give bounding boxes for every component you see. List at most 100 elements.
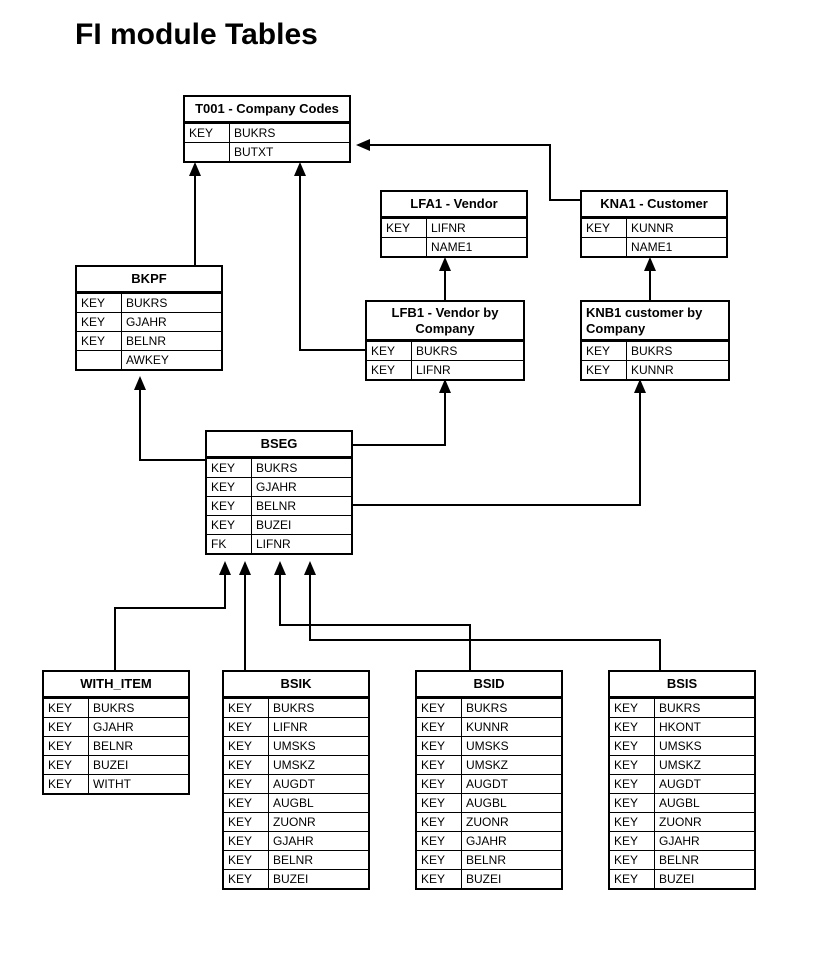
key-cell: KEY	[44, 699, 89, 717]
field-cell: UMSKS	[655, 737, 754, 755]
entity-bsik: BSIK KEYBUKRS KEYLIFNR KEYUMSKS KEYUMSKZ…	[222, 670, 370, 890]
field-cell: GJAHR	[122, 313, 221, 331]
field-cell: UMSKZ	[269, 756, 368, 774]
key-cell: KEY	[582, 342, 627, 360]
field-cell: BELNR	[462, 851, 561, 869]
key-cell: KEY	[582, 219, 627, 237]
key-cell	[582, 238, 627, 256]
key-cell: KEY	[224, 870, 269, 888]
key-cell: KEY	[610, 851, 655, 869]
field-cell: GJAHR	[252, 478, 351, 496]
field-cell: LIFNR	[252, 535, 351, 553]
entity-header: BSID	[417, 672, 561, 698]
key-cell: KEY	[417, 737, 462, 755]
key-cell: KEY	[207, 497, 252, 515]
field-cell: ZUONR	[269, 813, 368, 831]
field-cell: UMSKZ	[462, 756, 561, 774]
key-cell: KEY	[610, 737, 655, 755]
key-cell: KEY	[610, 718, 655, 736]
key-cell: KEY	[77, 294, 122, 312]
field-cell: BUKRS	[412, 342, 523, 360]
field-cell: AWKEY	[122, 351, 221, 369]
field-cell: BUKRS	[462, 699, 561, 717]
key-cell: FK	[207, 535, 252, 553]
key-cell: KEY	[610, 832, 655, 850]
entity-kna1: KNA1 - Customer KEYKUNNR NAME1	[580, 190, 728, 258]
field-cell: BELNR	[655, 851, 754, 869]
entity-bseg: BSEG KEYBUKRS KEYGJAHR KEYBELNR KEYBUZEI…	[205, 430, 353, 555]
key-cell: KEY	[44, 737, 89, 755]
key-cell: KEY	[77, 332, 122, 350]
field-cell: KUNNR	[627, 219, 726, 237]
key-cell: KEY	[44, 756, 89, 774]
field-cell: BUKRS	[89, 699, 188, 717]
field-cell: GJAHR	[89, 718, 188, 736]
field-cell: BUZEI	[89, 756, 188, 774]
key-cell: KEY	[417, 870, 462, 888]
key-cell: KEY	[207, 478, 252, 496]
field-cell: BUTXT	[230, 143, 349, 161]
field-cell: WITHT	[89, 775, 188, 793]
field-cell: AUGBL	[269, 794, 368, 812]
key-cell: KEY	[224, 718, 269, 736]
entity-bsis: BSIS KEYBUKRS KEYHKONT KEYUMSKS KEYUMSKZ…	[608, 670, 756, 890]
field-cell: KUNNR	[627, 361, 728, 379]
entity-t001: T001 - Company Codes KEYBUKRS BUTXT	[183, 95, 351, 163]
key-cell: KEY	[207, 516, 252, 534]
field-cell: GJAHR	[462, 832, 561, 850]
key-cell: KEY	[224, 813, 269, 831]
entity-lfa1: LFA1 - Vendor KEYLIFNR NAME1	[380, 190, 528, 258]
key-cell	[77, 351, 122, 369]
key-cell: KEY	[367, 361, 412, 379]
key-cell: KEY	[224, 775, 269, 793]
field-cell: LIFNR	[427, 219, 526, 237]
field-cell: BUZEI	[655, 870, 754, 888]
key-cell: KEY	[367, 342, 412, 360]
key-cell: KEY	[610, 775, 655, 793]
field-cell: ZUONR	[462, 813, 561, 831]
key-cell: KEY	[224, 794, 269, 812]
field-cell: AUGDT	[655, 775, 754, 793]
field-cell: NAME1	[427, 238, 526, 256]
key-cell: KEY	[417, 775, 462, 793]
field-cell: LIFNR	[269, 718, 368, 736]
field-cell: BELNR	[122, 332, 221, 350]
field-cell: HKONT	[655, 718, 754, 736]
key-cell: KEY	[382, 219, 427, 237]
key-cell: KEY	[207, 459, 252, 477]
field-cell: UMSKS	[462, 737, 561, 755]
key-cell: KEY	[44, 775, 89, 793]
key-cell: KEY	[417, 832, 462, 850]
key-cell: KEY	[610, 756, 655, 774]
field-cell: BUKRS	[655, 699, 754, 717]
field-cell: BUZEI	[269, 870, 368, 888]
key-cell: KEY	[185, 124, 230, 142]
field-cell: AUGBL	[462, 794, 561, 812]
field-cell: BUKRS	[122, 294, 221, 312]
entity-bkpf: BKPF KEYBUKRS KEYGJAHR KEYBELNR AWKEY	[75, 265, 223, 371]
field-cell: BUKRS	[627, 342, 728, 360]
key-cell: KEY	[610, 870, 655, 888]
entity-with-item: WITH_ITEM KEYBUKRS KEYGJAHR KEYBELNR KEY…	[42, 670, 190, 795]
key-cell: KEY	[224, 737, 269, 755]
key-cell: KEY	[610, 813, 655, 831]
field-cell: KUNNR	[462, 718, 561, 736]
key-cell: KEY	[224, 756, 269, 774]
field-cell: AUGDT	[462, 775, 561, 793]
key-cell: KEY	[417, 699, 462, 717]
entity-knb1: KNB1 customer by Company KEYBUKRS KEYKUN…	[580, 300, 730, 381]
field-cell: AUGBL	[655, 794, 754, 812]
key-cell: KEY	[417, 813, 462, 831]
page-title: FI module Tables	[75, 18, 318, 52]
field-cell: BUZEI	[252, 516, 351, 534]
field-cell: BUKRS	[252, 459, 351, 477]
field-cell: BELNR	[269, 851, 368, 869]
entity-header: LFA1 - Vendor	[382, 192, 526, 218]
key-cell	[382, 238, 427, 256]
key-cell: KEY	[44, 718, 89, 736]
field-cell: LIFNR	[412, 361, 523, 379]
key-cell: KEY	[417, 794, 462, 812]
field-cell: GJAHR	[655, 832, 754, 850]
field-cell: GJAHR	[269, 832, 368, 850]
entity-header: KNB1 customer by Company	[582, 302, 728, 341]
